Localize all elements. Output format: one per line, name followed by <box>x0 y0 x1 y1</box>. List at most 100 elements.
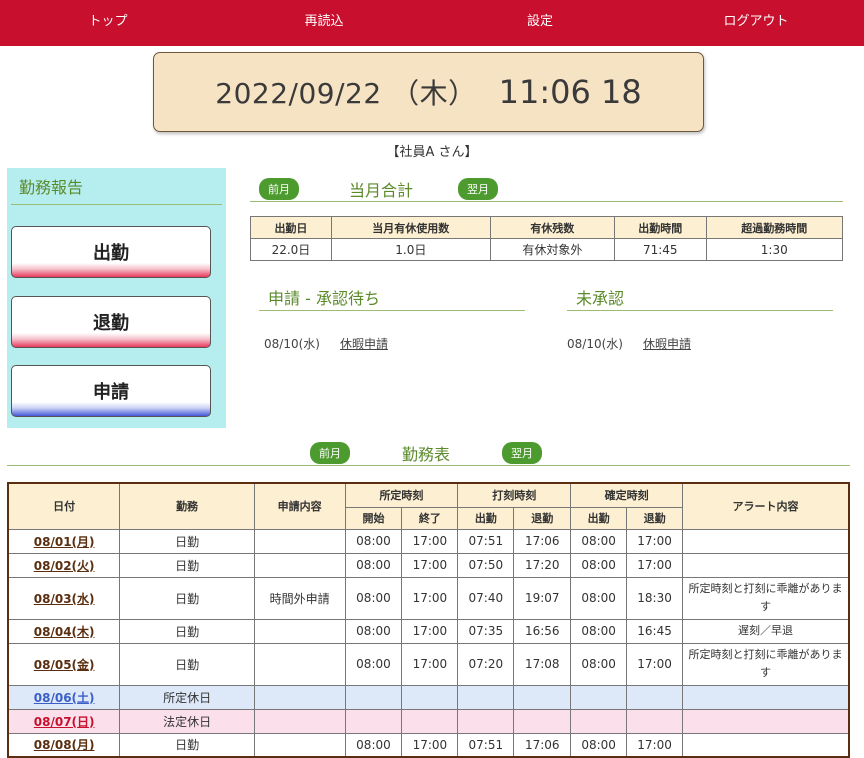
date-cell: 08/08(月) <box>7 732 121 758</box>
request-content <box>253 528 346 554</box>
nav-settings[interactable]: 設定 <box>432 0 648 46</box>
table-row: 08/07(日) 法定休日 <box>7 708 850 734</box>
apply-button[interactable]: 申請 <box>11 365 211 417</box>
stamped-out: 19:07 <box>513 576 572 620</box>
alert-content <box>682 552 850 578</box>
scheduled-start: 08:00 <box>344 552 403 578</box>
summary-overtime: 1:30 <box>705 238 844 261</box>
alert-content <box>682 684 850 710</box>
header-start: 開始 <box>344 506 403 530</box>
header-out: 退勤 <box>513 506 572 530</box>
date-cell: 08/04(木) <box>7 618 121 644</box>
date-cell: 08/01(月) <box>7 528 121 554</box>
monthly-next-button[interactable]: 翌月 <box>458 178 499 200</box>
unapproved-request-link[interactable]: 休暇申請 <box>643 337 691 351</box>
table-row: 08/05(金) 日勤 08:00 17:00 07:20 17:08 08:00 17:00… <box>7 642 850 686</box>
date-link[interactable]: 08/03(水) <box>34 592 95 606</box>
clock-time: 11:06 18 <box>498 73 642 111</box>
header-date: 日付 <box>7 482 121 530</box>
scheduled-start: 08:00 <box>344 642 403 686</box>
worktable-prev-button[interactable]: 前月 <box>310 442 350 464</box>
work-report-panel: 勤務報告 出勤 退勤 申請 <box>7 168 226 428</box>
stamped-in: 07:51 <box>457 732 515 758</box>
work-type: 日勤 <box>119 552 255 578</box>
date-link[interactable]: 08/08(月) <box>34 738 95 752</box>
scheduled-start <box>344 684 403 710</box>
stamped-in <box>457 708 515 734</box>
scheduled-end: 17:00 <box>401 576 459 620</box>
clock-in-button[interactable]: 出勤 <box>11 226 211 278</box>
stamped-in <box>457 684 515 710</box>
alert-content <box>682 528 850 554</box>
user-name: 【社員A さん】 <box>386 145 478 160</box>
top-nav: トップ 再読込 設定 ログアウト <box>0 0 864 46</box>
stamped-out <box>513 684 572 710</box>
monthly-prev-button[interactable]: 前月 <box>259 178 299 200</box>
table-row: 08/03(水) 日勤 時間外申請 08:00 17:00 07:40 19:07 08:00… <box>7 576 850 620</box>
clock-out-button[interactable]: 退勤 <box>11 296 211 348</box>
table-row: 08/01(月) 日勤 08:00 17:00 07:51 17:06 08:00 17:00 <box>7 528 850 554</box>
confirmed-out: 16:45 <box>626 618 684 644</box>
confirmed-out: 17:00 <box>626 528 684 554</box>
alert-content <box>682 732 850 758</box>
confirmed-in <box>570 684 628 710</box>
header-request: 申請内容 <box>253 482 346 530</box>
scheduled-end <box>401 684 459 710</box>
date-link[interactable]: 08/07(日) <box>34 715 95 729</box>
stamped-out: 16:56 <box>513 618 572 644</box>
request-content <box>253 708 346 734</box>
work-type: 所定休日 <box>119 684 255 710</box>
worktable-next-button[interactable]: 翌月 <box>502 442 543 464</box>
header-alert: アラート内容 <box>682 482 850 530</box>
table-row: 08/06(土) 所定休日 <box>7 684 850 710</box>
pending-request-date: 08/10(水) <box>264 337 320 351</box>
work-type: 法定休日 <box>119 708 255 734</box>
monthly-summary-header: 前月 当月合計 翌月 <box>259 177 499 201</box>
date-link[interactable]: 08/02(火) <box>34 559 95 573</box>
nav-top[interactable]: トップ <box>0 0 216 46</box>
pending-request-link[interactable]: 休暇申請 <box>340 337 388 351</box>
stamped-in: 07:35 <box>457 618 515 644</box>
summary-leave-used: 1.0日 <box>330 238 491 261</box>
unapproved-title: 未承認 <box>576 289 625 308</box>
stamped-out: 17:20 <box>513 552 572 578</box>
date-cell: 08/05(金) <box>7 642 121 686</box>
pending-approval-title: 申請 - 承認待ち <box>268 289 380 308</box>
request-content <box>253 684 346 710</box>
confirmed-in <box>570 708 628 734</box>
monthly-summary-title: 当月合計 <box>349 181 414 200</box>
work-type: 日勤 <box>119 642 255 686</box>
date-link[interactable]: 08/06(土) <box>34 691 95 705</box>
worktable-title: 勤務表 <box>402 445 451 464</box>
confirmed-in: 08:00 <box>570 732 628 758</box>
request-content <box>253 642 346 686</box>
date-cell: 08/03(水) <box>7 576 121 620</box>
divider <box>250 201 843 202</box>
date-link[interactable]: 08/04(木) <box>34 625 95 639</box>
pending-request-row: 08/10(水) 休暇申請 <box>264 335 388 352</box>
summary-work-hours: 71:45 <box>613 238 707 261</box>
work-type: 日勤 <box>119 576 255 620</box>
header-end: 終了 <box>401 506 459 530</box>
date-link[interactable]: 08/05(金) <box>34 658 95 672</box>
confirmed-in: 08:00 <box>570 618 628 644</box>
date-cell: 08/06(土) <box>7 684 121 710</box>
table-row: 08/04(木) 日勤 08:00 17:00 07:35 16:56 08:00 16:45… <box>7 618 850 644</box>
date-cell: 08/02(火) <box>7 552 121 578</box>
summary-header: 当月有休使用数 <box>330 216 491 239</box>
clock-date: 2022/09/22 （木） <box>215 77 477 110</box>
scheduled-end: 17:00 <box>401 642 459 686</box>
work-table: 日付 勤務 申請内容 所定時刻 打刻時刻 確定時刻 アラート内容 開始 終了 出… <box>7 482 850 758</box>
scheduled-start: 08:00 <box>344 618 403 644</box>
nav-reload[interactable]: 再読込 <box>216 0 432 46</box>
scheduled-end: 17:00 <box>401 552 459 578</box>
nav-logout[interactable]: ログアウト <box>648 0 864 46</box>
stamped-in: 07:51 <box>457 528 515 554</box>
scheduled-start <box>344 708 403 734</box>
confirmed-out: 17:00 <box>626 552 684 578</box>
stamped-in: 07:50 <box>457 552 515 578</box>
clock-panel: 2022/09/22 （木） 11:06 18 <box>153 52 704 132</box>
confirmed-in: 08:00 <box>570 552 628 578</box>
date-link[interactable]: 08/01(月) <box>34 535 95 549</box>
scheduled-end: 17:00 <box>401 528 459 554</box>
